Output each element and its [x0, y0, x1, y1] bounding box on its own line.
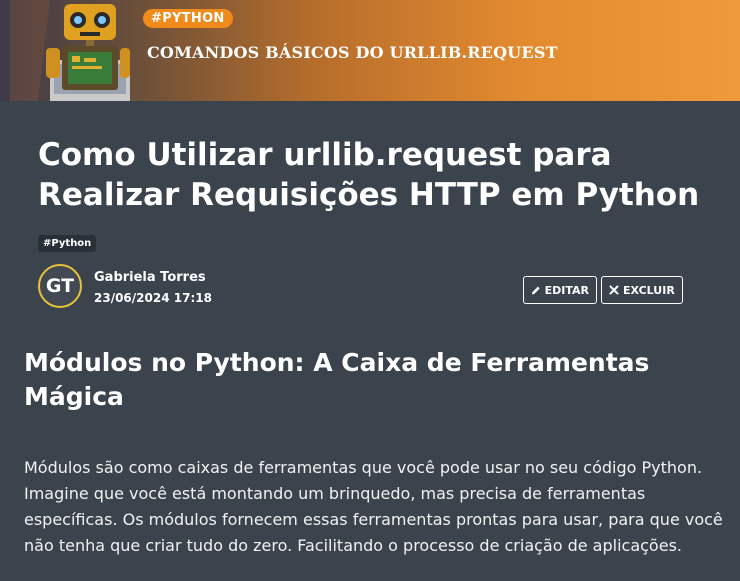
delete-button-label: EXCLUIR	[623, 283, 675, 297]
delete-button[interactable]: EXCLUIR	[601, 276, 683, 304]
article-tag[interactable]: #Python	[38, 235, 97, 252]
body-paragraph: Módulos são como caixas de ferramentas q…	[24, 458, 723, 555]
section-heading: Módulos no Python: A Caixa de Ferramenta…	[24, 348, 650, 411]
x-icon	[609, 285, 619, 295]
publish-date: 23/06/2024 17:18	[94, 291, 212, 305]
edit-button[interactable]: EDITAR	[523, 276, 597, 304]
pencil-icon	[531, 286, 540, 294]
author-avatar: GT	[38, 264, 82, 308]
banner-category-tag: #PYTHON	[143, 9, 233, 28]
edit-button-label: EDITAR	[544, 283, 589, 297]
banner-title: COMANDOS BÁSICOS DO URLLIB.REQUEST	[147, 43, 558, 62]
robot-illustration	[10, 0, 130, 101]
header-banner: #PYTHON COMANDOS BÁSICOS DO URLLIB.REQUE…	[0, 0, 740, 101]
avatar-initials: GT	[45, 275, 75, 297]
author-name: Gabriela Torres	[94, 270, 206, 285]
article-title: Como Utilizar urllib.request para Realiz…	[38, 137, 700, 213]
